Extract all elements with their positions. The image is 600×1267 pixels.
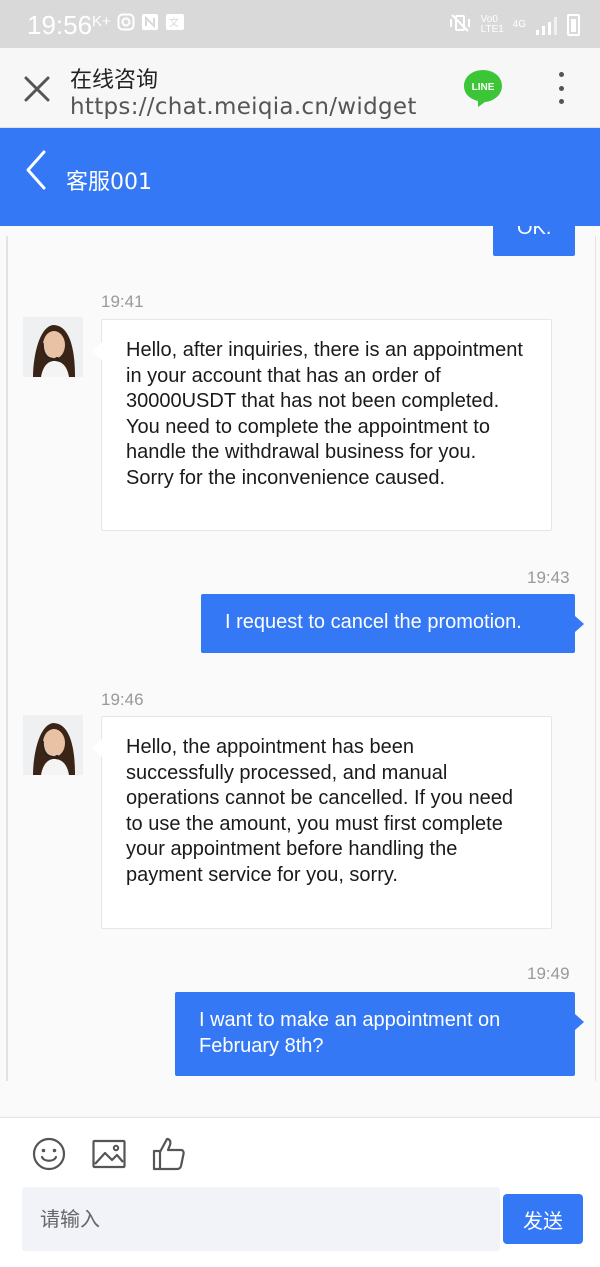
image-icon[interactable]	[91, 1136, 127, 1172]
send-button[interactable]: 发送	[503, 1194, 583, 1244]
message-bubble-incoming: Hello, after inquiries, there is an appo…	[92, 319, 552, 531]
message-bubble-incoming: Hello, the appointment has been successf…	[92, 716, 552, 929]
chat-header: 客服001	[0, 128, 600, 226]
message-bubble-outgoing: I request to cancel the promotion.	[201, 594, 584, 653]
message-text: Hello, the appointment has been successf…	[126, 736, 513, 886]
more-options-icon[interactable]	[550, 70, 572, 106]
scroll-edge-right	[595, 236, 600, 1081]
message-bubble-partial: OK.	[493, 226, 575, 256]
k-plus-icon: K+	[92, 13, 111, 30]
signal-icon	[536, 15, 557, 35]
vibrate-mute-icon	[449, 13, 471, 36]
status-notification-icons: K+ 文	[92, 13, 185, 36]
page-title: 在线咨询	[70, 68, 159, 93]
scroll-edge-left	[6, 236, 8, 1081]
browser-header: 在线咨询 https://chat.meiqia.cn/widget LINE	[0, 48, 600, 128]
message-timestamp: 19:43	[527, 568, 570, 587]
thumbs-up-icon[interactable]	[151, 1136, 187, 1172]
message-timestamp: 19:46	[101, 690, 144, 709]
composer-toolbar	[0, 1117, 600, 1187]
partial-message-text: OK.	[517, 226, 552, 239]
message-text: Hello, after inquiries, there is an appo…	[126, 339, 523, 489]
network-label: Vo0 LTE1	[480, 13, 504, 35]
network-type: 4G	[512, 19, 526, 30]
svg-text:文: 文	[169, 16, 179, 29]
status-system-icons: Vo0 LTE1 4G	[449, 13, 580, 36]
instagram-icon	[117, 13, 135, 36]
battery-icon	[567, 13, 580, 36]
message-input[interactable]	[22, 1187, 500, 1251]
emoji-icon[interactable]	[31, 1136, 67, 1172]
composer: 发送	[0, 1187, 600, 1267]
message-list[interactable]: OK. 19:41 Hello, after inquiries, there …	[0, 226, 600, 1116]
translate-icon: 文	[165, 13, 185, 36]
message-bubble-outgoing: I want to make an appointment on Februar…	[175, 992, 584, 1076]
agent-avatar	[23, 715, 83, 775]
n-app-icon	[141, 13, 159, 36]
agent-avatar	[23, 317, 83, 377]
status-bar: 19:56 K+ 文 Vo0 LTE1 4G	[0, 0, 600, 48]
chat-title: 客服001	[66, 170, 152, 195]
message-text: I request to cancel the promotion.	[225, 611, 522, 633]
message-timestamp: 19:49	[527, 964, 570, 983]
message-text: I want to make an appointment on Februar…	[199, 1009, 501, 1057]
back-icon[interactable]	[22, 148, 52, 192]
page-url: https://chat.meiqia.cn/widget	[70, 94, 417, 120]
message-timestamp: 19:41	[101, 292, 144, 311]
status-time: 19:56	[27, 10, 93, 40]
close-icon[interactable]	[20, 72, 54, 106]
line-share-icon[interactable]: LINE	[462, 67, 504, 109]
line-label: LINE	[472, 82, 495, 93]
